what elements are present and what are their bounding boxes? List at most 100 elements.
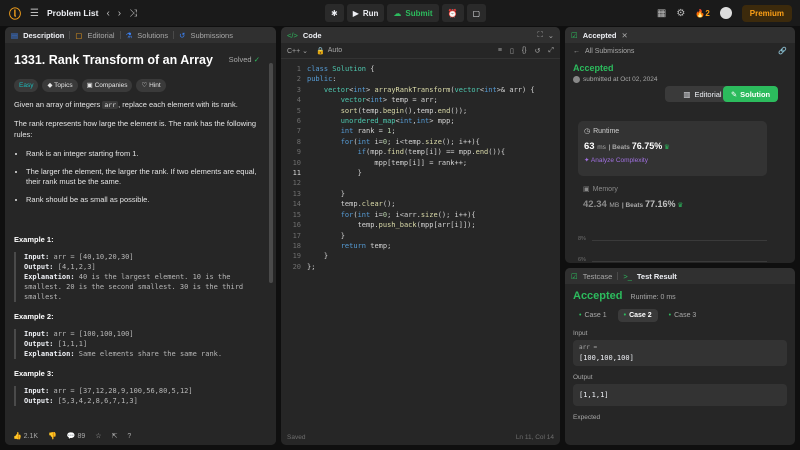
pass-dot-icon: • xyxy=(623,312,627,319)
comment-count: 89 xyxy=(77,433,86,440)
help-icon[interactable]: ? xyxy=(127,433,131,440)
memory-stat[interactable]: ▣ Memory 42.34 MB | Beats 77.16% ♛ xyxy=(583,185,683,211)
tab-submissions[interactable]: Submissions xyxy=(190,31,233,40)
flask-icon: ⚗ xyxy=(125,30,133,40)
grid-line xyxy=(592,261,767,262)
line-number: 20 xyxy=(292,262,301,271)
tab-test-result[interactable]: Test Result xyxy=(637,272,677,281)
history-icon: ↺ xyxy=(179,30,186,40)
code-lines[interactable]: class Solution { public: vector<int> arr… xyxy=(307,64,560,272)
analyze-complexity-link[interactable]: ✦ Analyze Complexity xyxy=(584,156,761,164)
share-icon[interactable]: ⇱ xyxy=(112,432,118,440)
tab-accepted[interactable]: Accepted xyxy=(583,31,617,40)
prev-problem-icon[interactable]: ‹ xyxy=(106,8,109,19)
all-submissions-label: All Submissions xyxy=(585,47,635,55)
chip-icon: ▣ xyxy=(583,186,590,193)
solution-label: Solution xyxy=(740,89,771,99)
line-number: 9 xyxy=(296,148,301,157)
example-box: Input: arr = [37,12,28,9,100,56,80,5,12]… xyxy=(14,385,267,406)
bookmark-icon[interactable]: ▯ xyxy=(510,47,514,55)
code-header: </> Code ⛶ ⌄ xyxy=(281,27,560,43)
clock-icon: ◷ xyxy=(584,128,591,135)
tab-solutions[interactable]: Solutions xyxy=(137,31,168,40)
format-icon[interactable]: ≡ xyxy=(498,47,502,54)
run-button[interactable]: ▶ Run xyxy=(346,4,385,22)
code-editor[interactable]: 1 2 3 4 5 6 7 8 9 10 11 12 13 14 15 16 1… xyxy=(281,59,560,272)
output-label: Output: xyxy=(24,339,54,348)
debug-button[interactable]: ✱ xyxy=(325,4,344,22)
settings-gear-icon[interactable]: ⚙ xyxy=(676,8,685,19)
collapse-icon[interactable]: ⌄ xyxy=(548,31,554,40)
problem-list-icon[interactable]: ☰ xyxy=(30,8,39,19)
cloud-upload-icon: ☁ xyxy=(393,8,402,18)
case-label: Case 3 xyxy=(674,312,697,319)
runtime-beats: | Beats 76.75% ♛ xyxy=(608,141,670,151)
list-item: Rank should be as small as possible. xyxy=(26,195,267,206)
close-icon[interactable]: ✕ xyxy=(622,31,628,40)
hint-label: Hint xyxy=(149,81,161,89)
input-box[interactable]: arr = [100,100,100] xyxy=(573,340,787,366)
solution-button[interactable]: ✎ Solution xyxy=(723,86,778,102)
braces-icon[interactable]: {} xyxy=(522,47,527,54)
expand-icon[interactable]: ⤢ xyxy=(548,47,554,55)
tab-description[interactable]: Description xyxy=(23,31,64,40)
runtime-label-text: Runtime xyxy=(593,127,620,135)
next-problem-icon[interactable]: › xyxy=(118,8,121,19)
description-panel: ▤ Description ▢ Editorial ⚗ Solutions ↺ … xyxy=(5,27,276,445)
dislike-icon[interactable]: 👎 xyxy=(48,432,57,440)
tab-testcase[interactable]: Testcase xyxy=(583,272,613,281)
timer-button[interactable]: ⏰ xyxy=(441,4,464,22)
description-body: 1331. Rank Transform of an Array Solved … xyxy=(5,43,276,423)
problem-list-link[interactable]: Problem List xyxy=(47,8,98,18)
streak-counter[interactable]: 🔥2 xyxy=(695,9,709,18)
leetcode-logo-icon[interactable]: ⓛ xyxy=(8,6,22,21)
line-number: 2 xyxy=(296,75,301,84)
reset-icon[interactable]: ↺ xyxy=(535,47,541,55)
axis-label: 8% xyxy=(578,236,586,242)
check-square-icon: ☑ xyxy=(571,30,578,40)
submit-label: Submit xyxy=(405,8,433,18)
companies-tag[interactable]: ▣ Companies xyxy=(81,78,133,92)
arrow-left-icon: ← xyxy=(573,47,580,55)
line-number: 18 xyxy=(292,241,301,250)
language-select[interactable]: C++ ⌄ xyxy=(287,47,308,55)
line-numbers: 1 2 3 4 5 6 7 8 9 10 11 12 13 14 15 16 1… xyxy=(281,64,307,272)
case-label: Case 2 xyxy=(629,312,652,319)
beats-label: Beats xyxy=(625,202,644,209)
test-result-panel: ☑ Testcase >_ Test Result Accepted Runtim… xyxy=(565,268,795,445)
runtime-beats-value: 76.75% xyxy=(631,141,663,151)
back-to-submissions[interactable]: ← All Submissions 🔗 xyxy=(573,47,787,56)
line-number: 11 xyxy=(292,169,301,178)
trophy-icon: ♛ xyxy=(664,144,670,151)
maximize-icon[interactable]: ⛶ xyxy=(537,30,542,40)
thumbs-up-icon: 👍 xyxy=(13,433,22,440)
tab-editorial[interactable]: Editorial xyxy=(87,31,114,40)
example-input: arr = [37,12,28,9,100,56,80,5,12] xyxy=(53,386,193,395)
line-number: 7 xyxy=(296,127,301,136)
test-status: Accepted Runtime: 0 ms xyxy=(573,290,787,302)
like-button[interactable]: 👍 2.1K xyxy=(13,432,38,440)
case-tab-2[interactable]: • Case 2 xyxy=(617,309,658,322)
inline-code: arr xyxy=(102,100,119,109)
link-icon[interactable]: 🔗 xyxy=(778,47,787,55)
topics-tag[interactable]: ◆ Topics xyxy=(42,78,78,92)
case-tab-3[interactable]: • Case 3 xyxy=(663,309,703,322)
case-tab-1[interactable]: • Case 1 xyxy=(573,309,613,322)
runtime-value: 63 ms | Beats 76.75% ♛ xyxy=(584,141,761,152)
premium-button[interactable]: Premium xyxy=(741,4,792,22)
line-number: 14 xyxy=(292,200,301,209)
avatar[interactable] xyxy=(719,7,732,19)
list-item: Rank is an integer starting from 1. xyxy=(26,149,267,160)
output-box[interactable]: [1,1,1] xyxy=(573,384,787,406)
submit-button[interactable]: ☁ Submit xyxy=(387,4,439,22)
comments-button[interactable]: 💬 89 xyxy=(67,432,85,440)
check-circle-icon: ✓ xyxy=(253,55,260,64)
star-icon[interactable]: ☆ xyxy=(95,432,101,440)
notes-button[interactable]: ▢ xyxy=(466,4,487,22)
layout-icon[interactable]: ▦ xyxy=(657,8,666,19)
scrollbar[interactable] xyxy=(269,63,273,283)
shuffle-icon[interactable]: ⤨ xyxy=(129,8,137,19)
runtime-card[interactable]: ◷ Runtime 63 ms | Beats 76.75% ♛ ✦ Analyz… xyxy=(578,121,767,176)
hint-tag[interactable]: ♡ Hint xyxy=(136,78,166,92)
code-status-bar: Saved Ln 11, Col 14 xyxy=(281,429,560,445)
